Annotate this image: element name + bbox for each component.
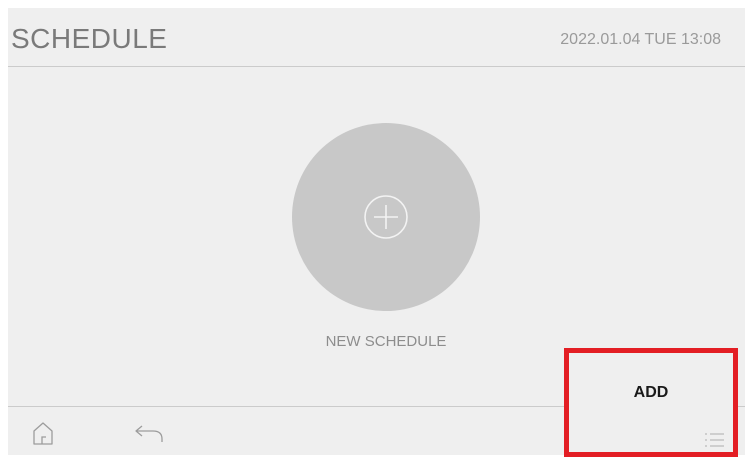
add-button[interactable]: ADD: [564, 348, 738, 457]
plus-circle-icon: [364, 195, 408, 239]
new-schedule-button[interactable]: [292, 123, 480, 311]
add-label: ADD: [633, 384, 669, 401]
back-arrow-icon: [135, 425, 163, 442]
list-icon: [705, 433, 724, 447]
home-icon: [33, 422, 53, 445]
schedule-screen: SCHEDULE 2022.01.04 TUE 13:08 NEW SCHEDU…: [8, 8, 745, 457]
header-divider: [8, 66, 745, 67]
new-schedule-label: NEW SCHEDULE: [325, 333, 447, 350]
header: SCHEDULE 2022.01.04 TUE 13:08: [8, 8, 745, 66]
datetime: 2022.01.04 TUE 13:08: [560, 31, 721, 48]
home-button[interactable]: [31, 420, 55, 446]
page-title: SCHEDULE: [11, 23, 168, 54]
back-button[interactable]: [133, 422, 167, 444]
